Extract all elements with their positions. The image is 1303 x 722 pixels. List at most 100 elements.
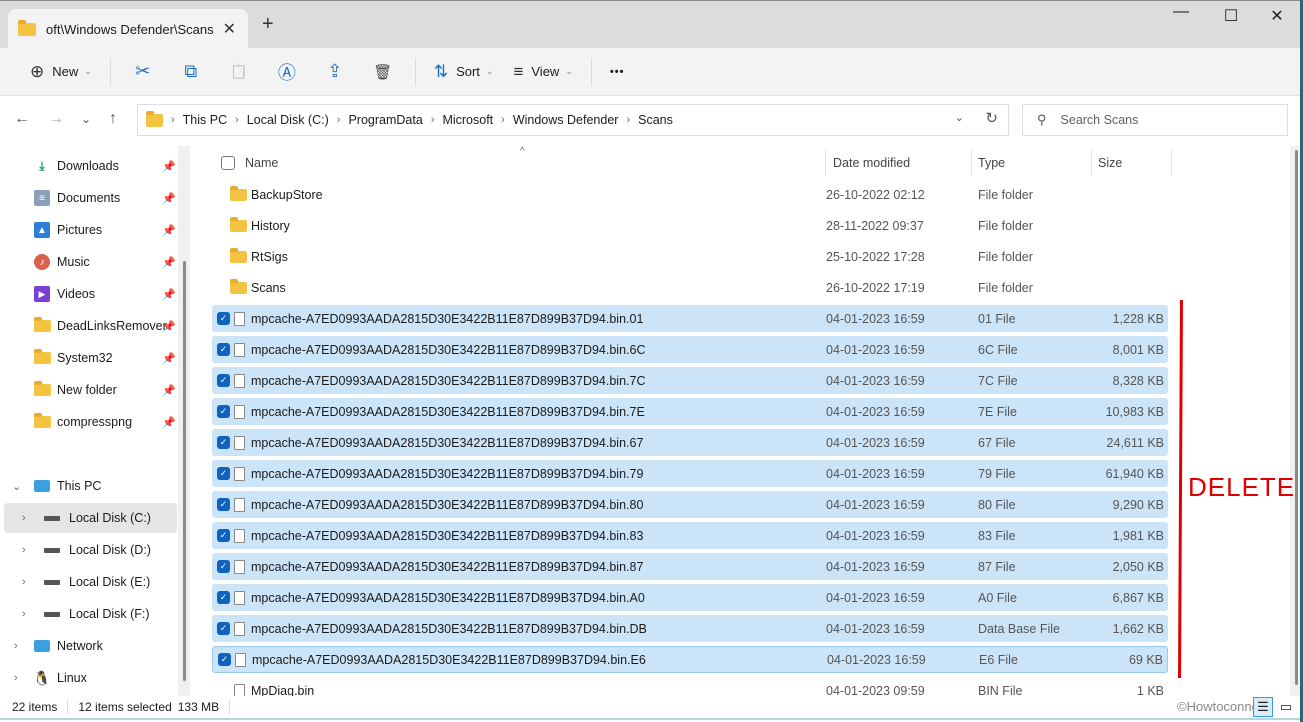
delete-button[interactable]: 🗑 [359, 55, 407, 89]
chevron-right-icon[interactable]: › [22, 608, 26, 620]
column-divider[interactable] [1091, 150, 1092, 176]
table-row[interactable]: ✓ mpcache-A7ED0993AADA2815D30E3422B11E87D… [212, 553, 1168, 580]
scrollbar-thumb[interactable] [1295, 150, 1298, 685]
paste-button[interactable]: 📋 [215, 55, 263, 89]
new-button[interactable]: ⊕ New ⌄ [20, 55, 102, 89]
row-checkbox[interactable]: ✓ [217, 436, 230, 449]
view-button[interactable]: ≡ View ⌄ [503, 55, 582, 89]
breadcrumb-programdata[interactable]: ProgramData [348, 113, 422, 127]
table-row[interactable]: ✓ mpcache-A7ED0993AADA2815D30E3422B11E87D… [212, 522, 1168, 549]
table-row[interactable]: Scans 26-10-2022 17:19 File folder [212, 274, 1168, 301]
search-box[interactable]: ⚲ [1022, 104, 1288, 136]
table-row[interactable]: ✓ mpcache-A7ED0993AADA2815D30E3422B11E87D… [212, 646, 1168, 673]
rename-button[interactable]: Ⓐ [263, 55, 311, 89]
address-dropdown-icon[interactable]: ⌄ [955, 111, 964, 124]
chevron-right-icon[interactable]: › [14, 640, 18, 652]
sidebar-item-local-disk-f[interactable]: › Local Disk (F:) [0, 599, 178, 629]
chevron-right-icon[interactable]: › [14, 672, 18, 684]
sidebar-item-documents[interactable]: ≡ Documents 📌 [0, 183, 178, 213]
sidebar-item-videos[interactable]: ▶ Videos 📌 [0, 279, 178, 309]
sidebar-scrollbar[interactable] [178, 146, 190, 696]
row-checkbox[interactable]: ✓ [217, 591, 230, 604]
row-checkbox[interactable]: ✓ [217, 498, 230, 511]
minimize-button[interactable]: — [1166, 3, 1196, 21]
sidebar-item-pictures[interactable]: ▲ Pictures 📌 [0, 215, 178, 245]
row-checkbox[interactable]: ✓ [217, 374, 230, 387]
table-row[interactable]: RtSigs 25-10-2022 17:28 File folder [212, 243, 1168, 270]
sort-button[interactable]: ⇅ Sort ⌄ [424, 55, 504, 89]
search-input[interactable] [1060, 113, 1261, 127]
breadcrumb-microsoft[interactable]: Microsoft [442, 113, 493, 127]
table-row[interactable]: BackupStore 26-10-2022 02:12 File folder [212, 181, 1168, 208]
column-divider[interactable] [1171, 150, 1172, 176]
back-button[interactable]: ← [14, 110, 30, 128]
select-all-checkbox[interactable] [221, 156, 235, 170]
sidebar-item-local-disk-d[interactable]: › Local Disk (D:) [0, 535, 178, 565]
file-type: Data Base File [978, 621, 1060, 636]
sidebar-item-network[interactable]: › Network [0, 631, 178, 661]
chevron-down-icon: ⌄ [485, 66, 494, 76]
sidebar-item-local-disk-e[interactable]: › Local Disk (E:) [0, 567, 178, 597]
breadcrumb-scans[interactable]: Scans [638, 113, 673, 127]
row-checkbox[interactable]: ✓ [217, 622, 230, 635]
file-icon [234, 621, 245, 636]
table-row[interactable]: ✓ mpcache-A7ED0993AADA2815D30E3422B11E87D… [212, 429, 1168, 456]
scrollbar-thumb[interactable] [183, 261, 186, 681]
row-checkbox[interactable]: ✓ [218, 653, 231, 666]
sidebar-item-this-pc[interactable]: ⌄ This PC [0, 471, 178, 501]
chevron-right-icon[interactable]: › [22, 544, 26, 556]
column-divider[interactable] [825, 150, 826, 176]
recent-locations-button[interactable]: ⌄ [81, 112, 91, 126]
sidebar-item-new-folder[interactable]: New folder 📌 [0, 375, 178, 405]
table-row[interactable]: ✓ mpcache-A7ED0993AADA2815D30E3422B11E87D… [212, 336, 1168, 363]
sidebar-item-compresspng[interactable]: compresspng 📌 [0, 407, 178, 437]
table-row[interactable]: ✓ mpcache-A7ED0993AADA2815D30E3422B11E87D… [212, 367, 1168, 394]
address-bar[interactable]: › This PC › Local Disk (C:) › ProgramDat… [137, 104, 1009, 136]
sidebar-item-linux[interactable]: › 🐧 Linux [0, 663, 178, 693]
table-row[interactable]: ✓ mpcache-A7ED0993AADA2815D30E3422B11E87D… [212, 460, 1168, 487]
breadcrumb-windows-defender[interactable]: Windows Defender [513, 113, 619, 127]
cut-button[interactable]: ✂ [119, 55, 167, 89]
column-header-date[interactable]: Date modified [833, 150, 910, 176]
refresh-icon[interactable]: ↻ [985, 109, 998, 127]
breadcrumb-this-pc[interactable]: This PC [183, 113, 227, 127]
new-tab-button[interactable]: + [262, 13, 274, 36]
row-checkbox[interactable]: ✓ [217, 312, 230, 325]
column-header-name[interactable]: Name [221, 150, 278, 176]
chevron-down-icon[interactable]: ⌄ [12, 480, 21, 493]
maximize-button[interactable]: ☐ [1216, 6, 1246, 26]
details-view-button[interactable]: ☰ [1253, 697, 1273, 717]
table-row[interactable]: ✓ mpcache-A7ED0993AADA2815D30E3422B11E87D… [212, 584, 1168, 611]
breadcrumb-local-disk-c[interactable]: Local Disk (C:) [247, 113, 329, 127]
table-row[interactable]: ✓ mpcache-A7ED0993AADA2815D30E3422B11E87D… [212, 615, 1168, 642]
up-button[interactable]: ↑ [109, 110, 117, 128]
sidebar-item-deadlinksremover[interactable]: DeadLinksRemover 📌 [0, 311, 178, 341]
more-options-button[interactable]: ••• [600, 55, 635, 89]
tab-close-icon[interactable]: ✕ [223, 19, 236, 39]
table-row[interactable]: History 28-11-2022 09:37 File folder [212, 212, 1168, 239]
close-button[interactable]: ✕ [1262, 6, 1292, 26]
forward-button[interactable]: → [48, 110, 64, 128]
table-row[interactable]: ✓ mpcache-A7ED0993AADA2815D30E3422B11E87D… [212, 398, 1168, 425]
column-divider[interactable] [971, 150, 972, 176]
sidebar-item-downloads[interactable]: ⤓ Downloads 📌 [0, 151, 178, 181]
chevron-right-icon[interactable]: › [22, 576, 26, 588]
table-row[interactable]: MpDiag.bin 04-01-2023 09:59 BIN File 1 KB [212, 677, 1168, 696]
share-button[interactable]: ⇪ [311, 55, 359, 89]
row-checkbox[interactable]: ✓ [217, 529, 230, 542]
row-checkbox[interactable]: ✓ [217, 405, 230, 418]
sidebar-item-music[interactable]: ♪ Music 📌 [0, 247, 178, 277]
sidebar-item-local-disk-c[interactable]: › Local Disk (C:) [4, 503, 177, 533]
tab-scans[interactable]: oft\Windows Defender\Scans ✕ [8, 9, 248, 49]
table-row[interactable]: ✓ mpcache-A7ED0993AADA2815D30E3422B11E87D… [212, 305, 1168, 332]
column-header-type[interactable]: Type [978, 150, 1005, 176]
column-header-size[interactable]: Size [1098, 150, 1122, 176]
row-checkbox[interactable]: ✓ [217, 467, 230, 480]
row-checkbox[interactable]: ✓ [217, 560, 230, 573]
table-row[interactable]: ✓ mpcache-A7ED0993AADA2815D30E3422B11E87D… [212, 491, 1168, 518]
tiles-view-button[interactable]: ▭ [1276, 697, 1296, 717]
chevron-right-icon[interactable]: › [22, 512, 26, 524]
copy-button[interactable]: ⧉ [167, 55, 215, 89]
row-checkbox[interactable]: ✓ [217, 343, 230, 356]
sidebar-item-system32[interactable]: System32 📌 [0, 343, 178, 373]
